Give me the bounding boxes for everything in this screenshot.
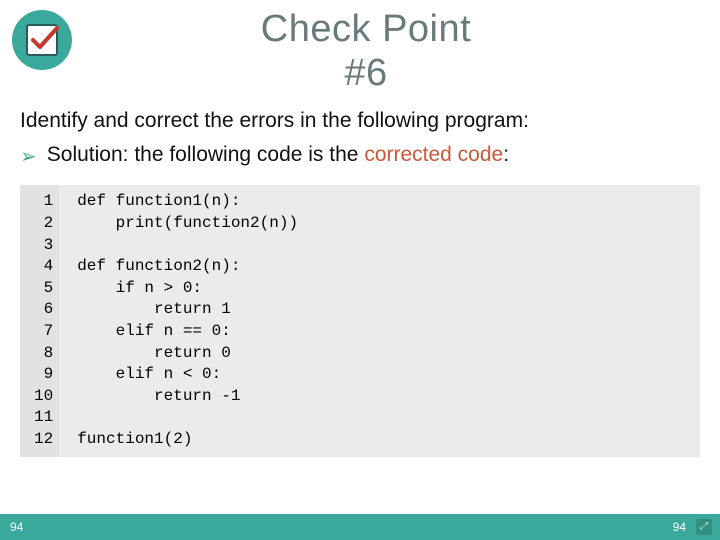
solution-prefix: Solution: the following code is the <box>47 143 359 166</box>
footer-bar: 94 94 <box>0 514 720 540</box>
code-block: 1 2 3 4 5 6 7 8 9 10 11 12 def function1… <box>20 185 700 456</box>
expand-icon[interactable]: ⤢ <box>696 519 712 535</box>
chevron-bullet-icon: ➢ <box>20 143 37 171</box>
solution-text: Solution: the following code is the corr… <box>47 143 509 167</box>
slide: Check Point #6 Identify and correct the … <box>0 0 720 540</box>
title-line2: #6 <box>344 52 387 94</box>
header: Check Point #6 <box>0 0 720 95</box>
checkbox-icon <box>12 10 72 70</box>
title: Check Point #6 <box>72 8 720 95</box>
code-line-numbers: 1 2 3 4 5 6 7 8 9 10 11 12 <box>20 185 59 456</box>
title-line1: Check Point <box>261 8 471 50</box>
solution-suffix: : <box>503 143 509 166</box>
footer-page-left: 94 <box>10 520 23 534</box>
solution-highlight: corrected code <box>364 143 503 166</box>
question-text: Identify and correct the errors in the f… <box>0 95 720 139</box>
footer-page-right: 94 <box>673 520 686 534</box>
code-source: def function1(n): print(function2(n)) de… <box>59 185 308 456</box>
solution-line: ➢ Solution: the following code is the co… <box>0 139 720 181</box>
title-text: Check Point #6 <box>72 8 660 95</box>
